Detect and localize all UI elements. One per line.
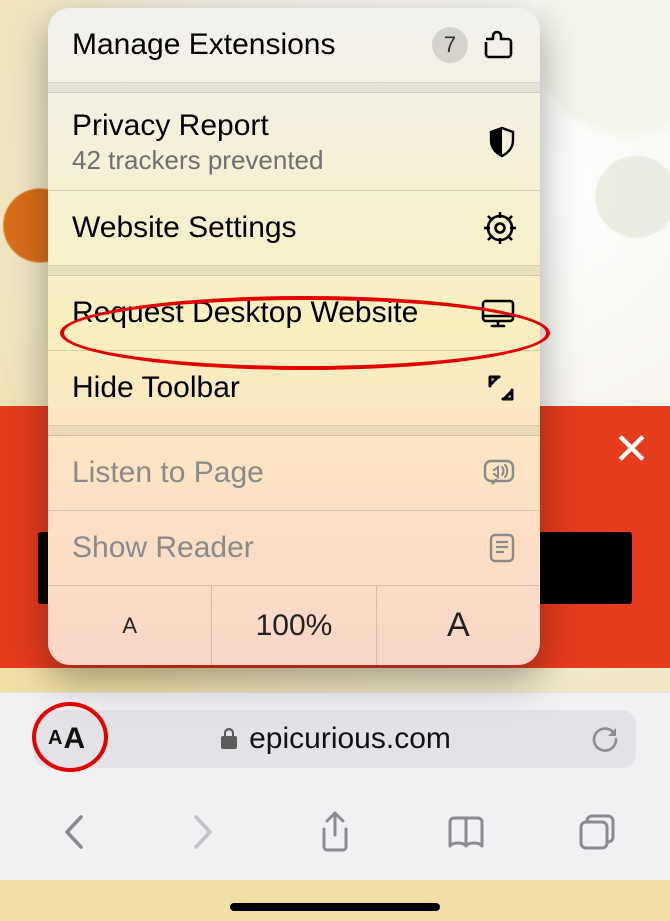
address-bar[interactable]: AA epicurious.com <box>34 710 636 768</box>
tabs-button[interactable] <box>567 802 627 862</box>
menu-item-label: Show Reader <box>72 531 254 565</box>
menu-item-listen-to-page: Listen to Page <box>48 436 540 511</box>
address-bar-domain: epicurious.com <box>249 722 451 756</box>
text-size-increase[interactable]: A <box>376 586 540 665</box>
expand-icon <box>486 373 516 403</box>
text-size-value[interactable]: 100% <box>211 586 375 665</box>
home-indicator <box>230 903 440 911</box>
menu-item-hide-toolbar[interactable]: Hide Toolbar <box>48 351 540 426</box>
extensions-count-badge: 7 <box>432 27 468 63</box>
close-icon[interactable]: ✕ <box>613 428 650 472</box>
share-button[interactable] <box>305 802 365 862</box>
back-button[interactable] <box>43 802 103 862</box>
puzzle-icon <box>482 30 516 60</box>
menu-item-privacy-report[interactable]: Privacy Report 42 trackers prevented <box>48 93 540 191</box>
menu-item-label: Request Desktop Website <box>72 296 418 330</box>
speech-audio-icon <box>482 458 516 488</box>
text-size-decrease[interactable]: A <box>48 586 211 665</box>
menu-item-website-settings[interactable]: Website Settings <box>48 191 540 266</box>
bookmarks-button[interactable] <box>436 802 496 862</box>
page-settings-aa-button[interactable]: AA <box>48 710 85 768</box>
menu-item-label: Privacy Report <box>72 109 269 143</box>
menu-item-label: Hide Toolbar <box>72 371 240 405</box>
menu-item-label: Website Settings <box>72 211 297 245</box>
text-size-control: A 100% A <box>48 585 540 665</box>
menu-item-label: Manage Extensions <box>72 28 336 62</box>
forward-button[interactable] <box>174 802 234 862</box>
bottom-toolbar <box>0 784 670 880</box>
text-size-large-icon: A <box>63 722 85 756</box>
page-settings-menu: Manage Extensions 7 Privacy Report 42 tr… <box>48 8 540 665</box>
menu-item-manage-extensions[interactable]: Manage Extensions 7 <box>48 8 540 83</box>
desktop-icon <box>480 298 516 328</box>
menu-separator <box>48 83 540 93</box>
text-size-small-icon: A <box>48 727 62 750</box>
reload-icon[interactable] <box>590 710 620 768</box>
menu-item-request-desktop-website[interactable]: Request Desktop Website <box>48 276 540 351</box>
reader-icon <box>488 532 516 564</box>
shield-icon <box>488 126 516 158</box>
address-bar-area: AA epicurious.com <box>0 692 670 784</box>
gear-icon <box>484 212 516 244</box>
menu-separator <box>48 426 540 436</box>
menu-separator <box>48 266 540 276</box>
privacy-report-subtitle: 42 trackers prevented <box>72 145 323 176</box>
menu-item-label: Listen to Page <box>72 456 264 490</box>
menu-item-show-reader: Show Reader <box>48 511 540 585</box>
lock-icon <box>219 727 239 751</box>
